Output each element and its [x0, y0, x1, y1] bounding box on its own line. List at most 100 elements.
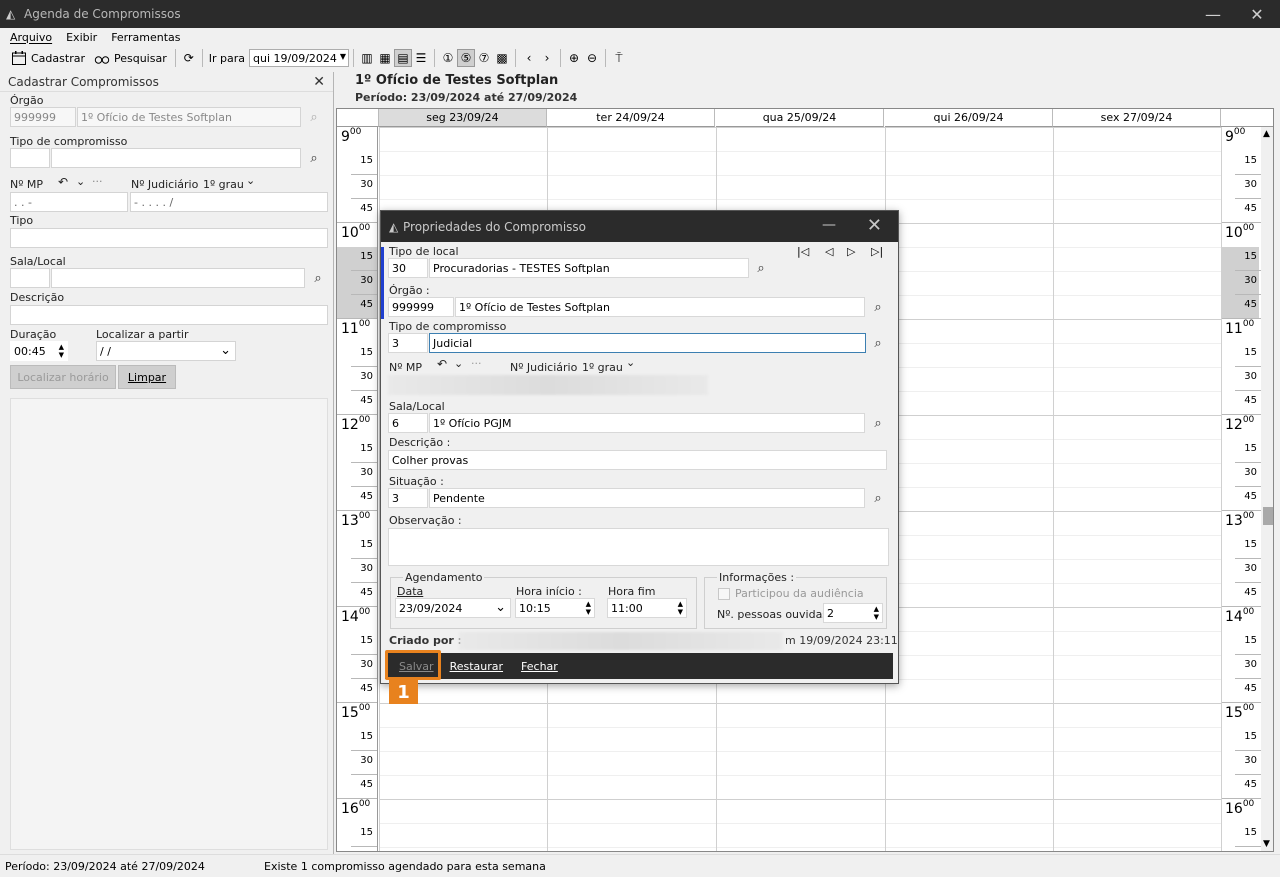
- last-record-icon[interactable]: ▷|: [871, 245, 883, 258]
- next-record-icon[interactable]: ▷: [847, 245, 855, 258]
- search-icon[interactable]: ⌕: [753, 260, 769, 276]
- chevron-down-icon[interactable]: ⌄: [76, 175, 85, 188]
- toolbar-separator: [559, 49, 561, 67]
- data-field[interactable]: 23/09/2024 ⌄: [395, 598, 511, 618]
- fechar-button[interactable]: Fechar: [513, 655, 566, 677]
- search-icon[interactable]: ⌕: [870, 415, 886, 431]
- prev-record-icon[interactable]: ◁: [825, 245, 833, 258]
- tipo-field[interactable]: [10, 228, 328, 248]
- search-icon[interactable]: ⌕: [870, 490, 886, 506]
- goto-date-combo[interactable]: qui 19/09/2024 ▼: [248, 49, 349, 67]
- sala-code-field[interactable]: [10, 268, 50, 288]
- day-header[interactable]: ter 24/09/24: [547, 109, 715, 127]
- nmp-field[interactable]: . . -: [10, 192, 128, 212]
- zoom-in-icon[interactable]: ⊕: [565, 49, 583, 67]
- pesquisar-button[interactable]: Pesquisar: [89, 47, 171, 69]
- day-header[interactable]: qui 26/09/24: [885, 109, 1053, 127]
- situacao-name-field[interactable]: Pendente: [429, 488, 865, 508]
- tipo-local-name-field[interactable]: Procuradorias - TESTES Softplan: [429, 258, 749, 278]
- sala-name-field[interactable]: [51, 268, 305, 288]
- chevron-down-icon[interactable]: ⌄: [626, 356, 635, 369]
- calendar-icon[interactable]: ▦: [376, 49, 394, 67]
- search-icon[interactable]: ⌕: [310, 270, 326, 286]
- close-window-button[interactable]: ✕: [1234, 0, 1280, 28]
- hour-number: 9: [1225, 129, 1234, 145]
- more-icon[interactable]: ···: [471, 357, 482, 370]
- dialog-minimize-button[interactable]: —: [822, 217, 836, 233]
- close-panel-icon[interactable]: ✕: [313, 74, 325, 90]
- chevron-down-icon[interactable]: ⌄: [246, 174, 255, 187]
- tipo-compromisso-name-field[interactable]: Judicial: [429, 333, 866, 353]
- search-icon[interactable]: ⌕: [870, 299, 886, 315]
- minute-tick: [351, 846, 377, 847]
- week-view-icon[interactable]: ▤: [393, 49, 412, 67]
- spinner-icon[interactable]: ▲ ▼: [586, 600, 591, 616]
- orgao-code-field[interactable]: 999999: [388, 297, 454, 317]
- hora-fim-field[interactable]: 11:00 ▲ ▼: [607, 598, 687, 618]
- day-header[interactable]: sex 27/09/24: [1053, 109, 1221, 127]
- localizar-horario-button[interactable]: Localizar horário: [10, 365, 116, 389]
- sala-code-field[interactable]: 6: [388, 413, 428, 433]
- chevron-down-icon[interactable]: ⌄: [220, 343, 231, 358]
- day-view-icon[interactable]: ①: [439, 49, 457, 67]
- njud-field[interactable]: - . . . . /: [130, 192, 328, 212]
- restaurar-button[interactable]: Restaurar: [442, 655, 511, 677]
- row-gridline: [379, 775, 1221, 776]
- orgao-name-field[interactable]: 1º Ofício de Testes Softplan: [77, 107, 301, 127]
- refresh-icon[interactable]: ⟳: [180, 49, 198, 67]
- day-header[interactable]: seg 23/09/24: [379, 109, 547, 127]
- search-icon[interactable]: ⌕: [306, 109, 322, 125]
- search-icon[interactable]: ⌕: [306, 150, 322, 166]
- first-record-icon[interactable]: |◁: [797, 245, 809, 258]
- fullweek-view-icon[interactable]: ⑦: [475, 49, 493, 67]
- cadastrar-button[interactable]: Cadastrar: [6, 47, 89, 69]
- menu-exibir[interactable]: Exibir: [66, 31, 97, 44]
- day-header[interactable]: qua 25/09/24: [716, 109, 884, 127]
- spinner-icon[interactable]: ▲ ▼: [59, 343, 64, 359]
- workweek-view-icon[interactable]: ⑤: [456, 49, 475, 67]
- chevron-down-icon[interactable]: ⌄: [454, 357, 463, 370]
- previous-icon[interactable]: ‹: [520, 49, 538, 67]
- menu-arquivo[interactable]: Arquivo: [10, 31, 52, 44]
- orgao-code-field[interactable]: 999999: [10, 107, 76, 127]
- spinner-icon[interactable]: ▲ ▼: [874, 605, 879, 621]
- pin-icon[interactable]: ⍑: [610, 49, 628, 67]
- list-view-icon[interactable]: ☰: [412, 49, 430, 67]
- pessoas-field[interactable]: 2 ▲ ▼: [823, 603, 883, 623]
- duracao-field[interactable]: 00:45 ▲ ▼: [10, 341, 68, 361]
- undo-icon[interactable]: ↶: [58, 175, 68, 189]
- observacao-field[interactable]: [388, 528, 889, 566]
- zoom-out-icon[interactable]: ⊖: [583, 49, 601, 67]
- scroll-down-icon[interactable]: ▼: [1263, 839, 1270, 849]
- hour-tick: [337, 318, 377, 319]
- tipo-compromisso-code-field[interactable]: [10, 148, 50, 168]
- agenda-list-icon[interactable]: ▥: [358, 49, 376, 67]
- month-view-icon[interactable]: ▩: [493, 49, 511, 67]
- scroll-up-icon[interactable]: ▲: [1263, 129, 1270, 139]
- left-panel-title: Cadastrar Compromissos: [8, 74, 159, 89]
- descricao-field[interactable]: Colher provas: [388, 450, 887, 470]
- scrollbar-thumb[interactable]: [1263, 507, 1273, 525]
- dialog-close-button[interactable]: ✕: [867, 215, 882, 236]
- participou-checkbox[interactable]: [718, 588, 730, 600]
- spinner-icon[interactable]: ▲ ▼: [678, 600, 683, 616]
- minimize-button[interactable]: —: [1190, 0, 1236, 28]
- tipo-compromisso-name-field[interactable]: [51, 148, 301, 168]
- limpar-button[interactable]: Limpar: [118, 365, 176, 389]
- menu-ferramentas[interactable]: Ferramentas: [111, 31, 180, 44]
- chevron-down-icon[interactable]: ⌄: [495, 600, 506, 615]
- more-icon[interactable]: ···: [92, 175, 103, 188]
- hour-tick: [337, 606, 377, 607]
- situacao-code-field[interactable]: 3: [388, 488, 428, 508]
- descricao-field[interactable]: [10, 305, 328, 325]
- search-icon[interactable]: ⌕: [870, 335, 886, 351]
- sala-name-field[interactable]: 1º Ofício PGJM: [429, 413, 865, 433]
- localizar-date-field[interactable]: / / ⌄: [96, 341, 236, 361]
- tipo-compromisso-code-field[interactable]: 3: [388, 333, 428, 353]
- next-icon[interactable]: ›: [538, 49, 556, 67]
- calendar-scrollbar[interactable]: ▲ ▼: [1261, 127, 1273, 851]
- tipo-local-code-field[interactable]: 30: [388, 258, 428, 278]
- orgao-name-field[interactable]: 1º Ofício de Testes Softplan: [455, 297, 865, 317]
- undo-icon[interactable]: ↶: [437, 357, 447, 371]
- hora-inicio-field[interactable]: 10:15 ▲ ▼: [515, 598, 595, 618]
